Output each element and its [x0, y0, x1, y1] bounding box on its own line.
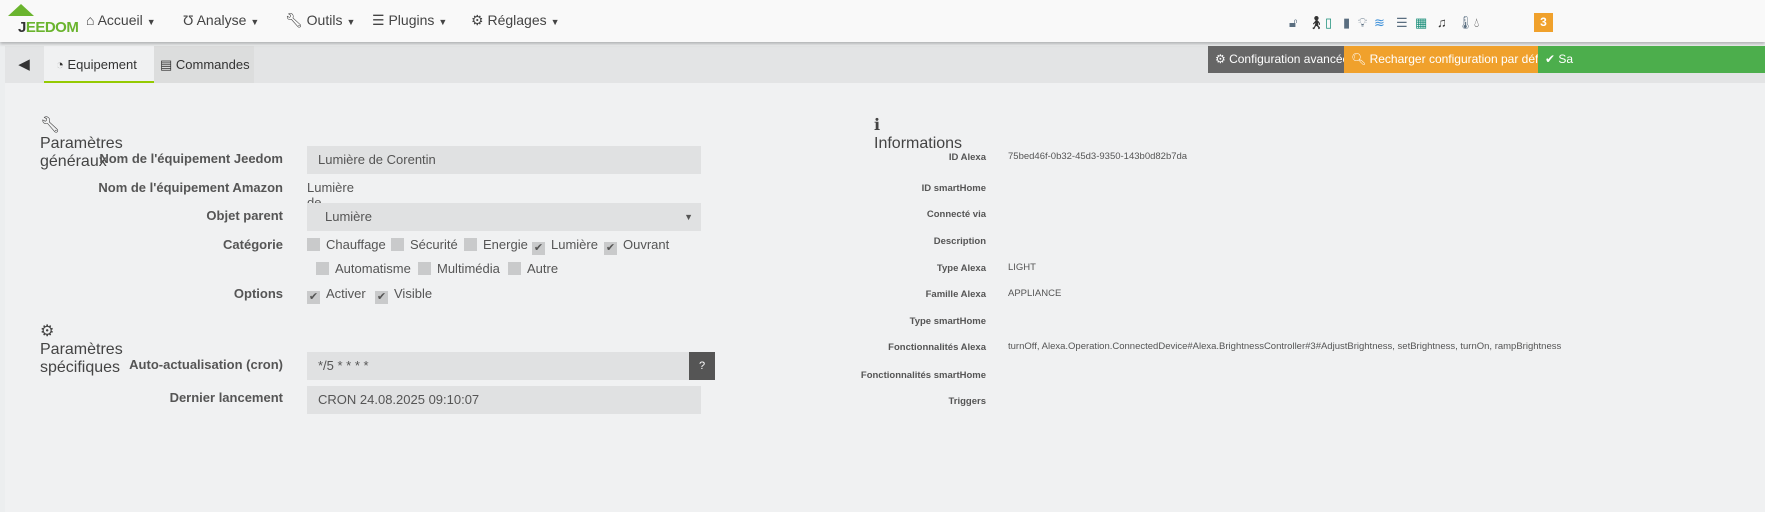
cogs-icon: ⚙: [1215, 52, 1230, 66]
info-label: Fonctionnalités smartHome: [860, 370, 986, 381]
info-section-title: ℹ Informations: [874, 117, 963, 152]
home-icon: ⌂: [86, 12, 98, 28]
check-circle-icon: ✔: [1545, 52, 1559, 66]
thermometer-icon[interactable]: 🌡︎: [1457, 15, 1474, 31]
info-label: Triggers: [948, 396, 987, 407]
advanced-config-button[interactable]: ⚙ Configuration avancée: [1208, 46, 1357, 73]
pool-icon[interactable]: ≋: [1374, 15, 1385, 31]
water-drop-icon[interactable]: 💧︎: [1474, 15, 1479, 31]
reload-default-config-button[interactable]: 🔍︎ Recharger configuration par défaut: [1344, 46, 1563, 73]
info-value: LIGHT: [1008, 262, 1036, 273]
tab-equipement[interactable]: ◔ Equipement: [44, 46, 154, 83]
info-label: Description: [933, 236, 986, 247]
info-label: Famille Alexa: [925, 289, 986, 300]
notification-badge[interactable]: 3: [1534, 13, 1553, 32]
list-check-icon: ☰: [372, 12, 389, 28]
dashboard-icon: ◔: [56, 57, 68, 72]
info-label: Connecté via: [926, 209, 986, 220]
solar-panel-icon[interactable]: ▦: [1415, 15, 1427, 31]
search-icon: 🔍︎: [1351, 52, 1370, 66]
air-conditioner-icon[interactable]: ☰: [1396, 15, 1408, 31]
menu-reglages[interactable]: ⚙ Réglages ▼: [471, 12, 560, 29]
walking-icon[interactable]: 🚶︎: [1308, 15, 1325, 31]
wrench-icon: 🔧︎: [40, 117, 61, 134]
music-icon[interactable]: ♫: [1437, 15, 1447, 30]
menu-analyse[interactable]: Ʊ Analyse ▼: [183, 12, 259, 28]
info-label: ID smartHome: [921, 183, 986, 194]
wrench-icon: 🔧︎: [285, 12, 307, 28]
gear-icon: ⚙: [471, 12, 488, 28]
window-icon[interactable]: ▯: [1325, 15, 1332, 31]
save-button[interactable]: ✔ Sa: [1538, 46, 1765, 73]
menu-outils[interactable]: 🔧︎ Outils ▼: [285, 12, 355, 29]
tab-commandes[interactable]: ▤ Commandes: [154, 46, 254, 83]
info-label: Type Alexa: [936, 263, 986, 274]
info-value: turnOff, Alexa.Operation.ConnectedDevice…: [1008, 341, 1562, 352]
door-icon[interactable]: ▮: [1343, 15, 1350, 31]
info-label: Fonctionnalités Alexa: [888, 342, 986, 353]
info-label: ID Alexa: [948, 152, 986, 163]
navbar: JEEDOM ⌂ Accueil ▼ Ʊ Analyse ▼ 🔧︎ Outils ▼ …: [0, 0, 1765, 42]
lightbulb-icon[interactable]: 💡︎: [1358, 15, 1367, 31]
stethoscope-icon: Ʊ: [183, 12, 197, 28]
info-label: Type smartHome: [909, 316, 986, 327]
info-value: APPLIANCE: [1008, 288, 1062, 299]
info-value: 75bed46f-0b32-45d3-9350-143b0d82b7da: [1008, 151, 1188, 162]
list-icon: ▤: [160, 57, 176, 72]
unlock-icon[interactable]: 🔓︎: [1289, 15, 1297, 31]
jeedom-logo[interactable]: JEEDOM: [6, 4, 79, 36]
menu-plugins[interactable]: ☰ Plugins ▼: [372, 12, 447, 29]
menu-accueil[interactable]: ⌂ Accueil ▼: [86, 12, 156, 28]
back-icon[interactable]: ◀: [5, 46, 43, 83]
info-icon: ℹ: [874, 117, 881, 134]
